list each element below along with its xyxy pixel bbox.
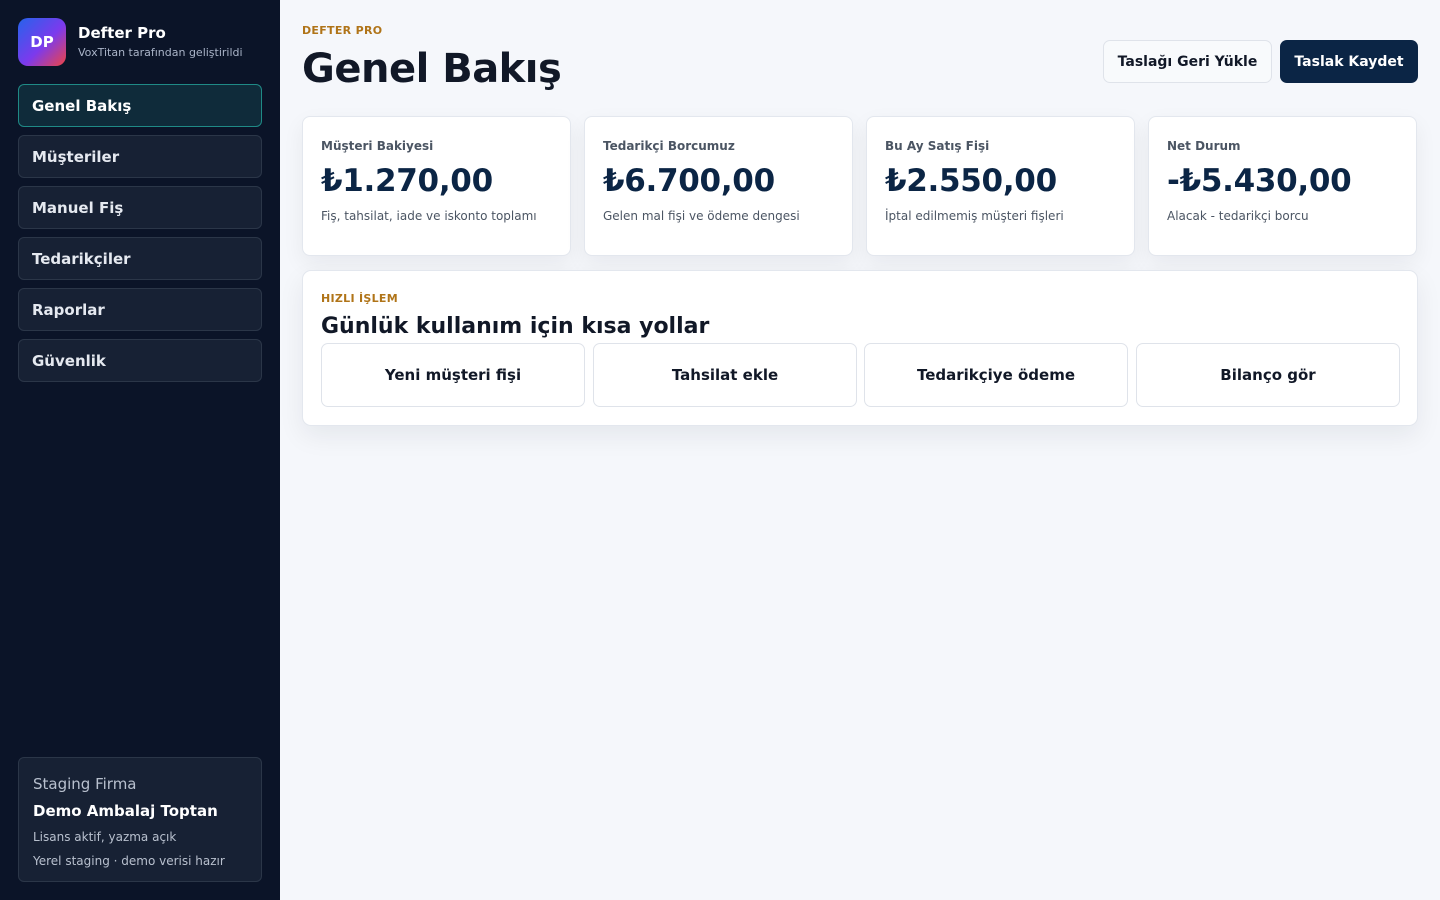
- sidebar-nav: Genel Bakış Müşteriler Manuel Fiş Tedari…: [18, 84, 262, 390]
- brand-name: Defter Pro: [78, 24, 166, 42]
- stat-value: ₺1.270,00: [321, 163, 493, 199]
- stat-description: Fiş, tahsilat, iade ve iskonto toplamı: [321, 209, 537, 223]
- license-status: Lisans aktif, yazma açık: [33, 830, 177, 844]
- add-collection-button[interactable]: Tahsilat ekle: [593, 343, 857, 407]
- stat-value: ₺2.550,00: [885, 163, 1057, 199]
- sidebar-item-guvenlik[interactable]: Güvenlik: [18, 339, 262, 382]
- brand-text: Defter Pro VoxTitan tarafından geliştiri…: [78, 23, 243, 61]
- sidebar: DP Defter Pro VoxTitan tarafından gelişt…: [0, 0, 280, 900]
- quick-actions-eyebrow: HIZLI İŞLEM: [321, 292, 398, 305]
- supplier-payment-button[interactable]: Tedarikçiye ödeme: [864, 343, 1128, 407]
- sidebar-item-genel-bakis[interactable]: Genel Bakış: [18, 84, 262, 127]
- brand-logo: DP: [18, 18, 66, 66]
- stat-label: Net Durum: [1167, 139, 1241, 153]
- stat-card-net-position: Net Durum -₺5.430,00 Alacak - tedarikçi …: [1148, 116, 1417, 256]
- stat-label: Müşteri Bakiyesi: [321, 139, 434, 153]
- environment-status: Yerel staging · demo verisi hazır: [33, 854, 225, 868]
- quick-actions-title: Günlük kullanım için kısa yollar: [321, 314, 710, 339]
- stat-card-customer-balance: Müşteri Bakiyesi ₺1.270,00 Fiş, tahsilat…: [302, 116, 571, 256]
- stat-description: İptal edilmemiş müşteri fişleri: [885, 209, 1064, 223]
- main-content: DEFTER PRO Genel Bakış Taslağı Geri Yükl…: [280, 0, 1440, 900]
- firm-name: Demo Ambalaj Toptan: [33, 802, 218, 820]
- stat-label: Tedarikçi Borcumuz: [603, 139, 735, 153]
- new-customer-receipt-button[interactable]: Yeni müşteri fişi: [321, 343, 585, 407]
- sidebar-item-musteriler[interactable]: Müşteriler: [18, 135, 262, 178]
- quick-actions-panel: HIZLI İŞLEM Günlük kullanım için kısa yo…: [302, 270, 1418, 426]
- brand: DP Defter Pro VoxTitan tarafından gelişt…: [18, 18, 243, 66]
- stat-card-supplier-debt: Tedarikçi Borcumuz ₺6.700,00 Gelen mal f…: [584, 116, 853, 256]
- stat-card-monthly-sales: Bu Ay Satış Fişi ₺2.550,00 İptal edilmem…: [866, 116, 1135, 256]
- view-balance-sheet-button[interactable]: Bilanço gör: [1136, 343, 1400, 407]
- brand-subtitle: VoxTitan tarafından geliştirildi: [78, 46, 243, 59]
- firm-label: Staging Firma: [33, 775, 137, 793]
- sidebar-item-manuel-fis[interactable]: Manuel Fiş: [18, 186, 262, 229]
- stat-description: Alacak - tedarikçi borcu: [1167, 209, 1309, 223]
- stat-description: Gelen mal fişi ve ödeme dengesi: [603, 209, 800, 223]
- stat-value: ₺6.700,00: [603, 163, 775, 199]
- page-title: Genel Bakış: [302, 46, 562, 92]
- save-draft-button[interactable]: Taslak Kaydet: [1280, 40, 1418, 83]
- sidebar-item-tedarikciler[interactable]: Tedarikçiler: [18, 237, 262, 280]
- stat-value: -₺5.430,00: [1167, 163, 1352, 199]
- page-eyebrow: DEFTER PRO: [302, 24, 383, 37]
- sidebar-item-raporlar[interactable]: Raporlar: [18, 288, 262, 331]
- stat-label: Bu Ay Satış Fişi: [885, 139, 990, 153]
- restore-draft-button[interactable]: Taslağı Geri Yükle: [1103, 40, 1272, 83]
- firm-card: Staging Firma Demo Ambalaj Toptan Lisans…: [18, 757, 262, 882]
